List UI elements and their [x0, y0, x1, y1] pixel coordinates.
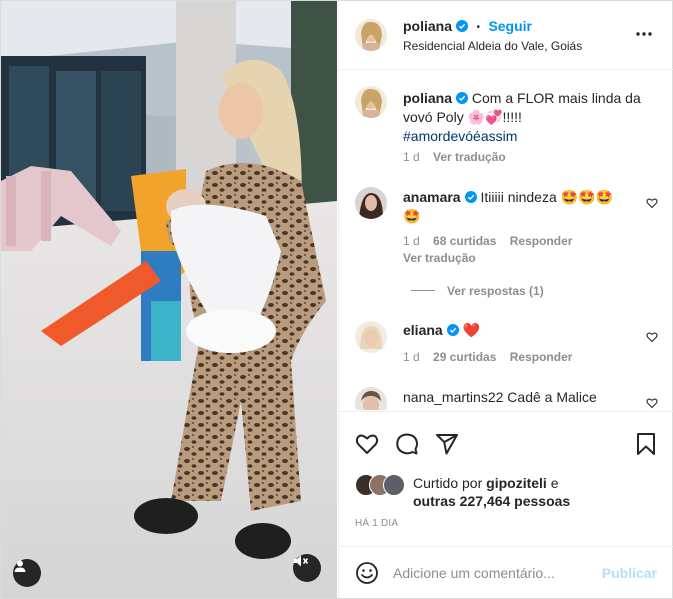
- save-bookmark-icon[interactable]: [635, 432, 657, 456]
- caption-hashtag[interactable]: #amordevóéassim: [403, 128, 517, 144]
- emoji-smiley-icon[interactable]: [355, 561, 379, 585]
- reply-button[interactable]: Responder: [510, 350, 573, 364]
- view-replies-button[interactable]: Ver respostas (1): [447, 284, 544, 298]
- star-struck-emoji: 🤩: [403, 208, 421, 224]
- caption-translate-link[interactable]: Ver tradução: [433, 150, 506, 164]
- comment-username[interactable]: nana_martins22: [403, 389, 503, 405]
- verified-badge-icon: [456, 92, 469, 104]
- liker-avatar: [383, 474, 405, 496]
- liked-by-summary: Curtido por gipoziteli e outras 227,464 …: [413, 474, 653, 510]
- more-options-button[interactable]: [635, 25, 653, 43]
- comment-username[interactable]: anamara: [403, 189, 461, 205]
- post-header: poliana • Seguir Residencial Aldeia do V…: [339, 1, 673, 70]
- comment-likes[interactable]: 29 curtidas: [433, 350, 496, 364]
- liked-by-avatars[interactable]: [355, 474, 407, 496]
- caption-avatar[interactable]: [355, 86, 387, 118]
- liked-by-user[interactable]: gipoziteli: [486, 475, 547, 491]
- comment-time: 1 d: [403, 234, 420, 248]
- commenter-avatar[interactable]: [355, 321, 387, 353]
- speaker-muted-icon: [294, 555, 309, 567]
- share-paper-plane-icon[interactable]: [435, 432, 459, 456]
- verified-badge-icon: [464, 191, 477, 203]
- author-avatar[interactable]: [355, 19, 387, 51]
- star-struck-emojis: 🤩🤩🤩: [560, 189, 613, 205]
- comment-text: Cadê a Malice: [507, 389, 597, 405]
- post-sidebar: poliana • Seguir Residencial Aldeia do V…: [338, 1, 673, 598]
- liked-by-conj: e: [550, 475, 559, 491]
- comment-time: 1 d: [403, 350, 420, 364]
- author-username[interactable]: poliana: [403, 18, 452, 34]
- user-icon: [14, 560, 26, 572]
- caption-text-suffix: !!!!!: [502, 109, 522, 125]
- more-horizontal-icon: [636, 32, 652, 36]
- like-comment-heart-icon[interactable]: [646, 331, 658, 343]
- follow-button[interactable]: Seguir: [488, 18, 532, 34]
- red-heart-emoji: ❤️: [462, 322, 481, 338]
- hearts-emoji: 💞: [485, 109, 503, 125]
- comments-list: poliana Com a FLOR mais linda da vovó Po…: [339, 70, 673, 410]
- tagged-users-button[interactable]: [13, 559, 41, 587]
- comment-text: Itiiiii nindeza: [480, 189, 557, 205]
- commenter-avatar[interactable]: [355, 187, 387, 219]
- liked-by-others[interactable]: outras 227,464 pessoas: [413, 493, 570, 509]
- comment-bubble-icon[interactable]: [395, 432, 419, 456]
- like-comment-heart-icon[interactable]: [646, 197, 658, 209]
- comment-translate-link[interactable]: Ver tradução: [403, 251, 476, 265]
- liked-by-prefix: Curtido por: [413, 475, 483, 491]
- mute-button[interactable]: [293, 554, 321, 582]
- caption-text-line1: Com a FLOR mais linda da: [471, 90, 641, 106]
- comment-input[interactable]: [393, 561, 593, 585]
- like-comment-heart-icon[interactable]: [646, 397, 658, 409]
- verified-badge-icon: [456, 20, 469, 32]
- publish-button[interactable]: Publicar: [602, 565, 657, 581]
- video-frame-illustration: [1, 1, 337, 598]
- post-location[interactable]: Residencial Aldeia do Vale, Goiás: [403, 39, 582, 53]
- verified-badge-icon: [446, 324, 459, 336]
- post-timestamp[interactable]: HÁ 1 DIA: [355, 518, 398, 529]
- header-separator: •: [476, 22, 480, 33]
- post-video[interactable]: [1, 1, 337, 598]
- flower-emoji: 🌸: [467, 109, 486, 125]
- post-dialog: poliana • Seguir Residencial Aldeia do V…: [0, 0, 673, 599]
- add-comment-bar: Publicar: [339, 546, 673, 599]
- comment-likes[interactable]: 68 curtidas: [433, 234, 496, 248]
- caption-time: 1 d: [403, 150, 420, 164]
- replies-divider: [411, 290, 435, 291]
- comment-username[interactable]: eliana: [403, 322, 443, 338]
- like-heart-icon[interactable]: [355, 432, 379, 456]
- commenter-avatar[interactable]: [355, 387, 387, 410]
- caption-username[interactable]: poliana: [403, 90, 452, 106]
- post-actions: Curtido por gipoziteli e outras 227,464 …: [339, 411, 673, 547]
- reply-button[interactable]: Responder: [510, 234, 573, 248]
- caption-text-line2: vovó Poly: [403, 109, 464, 125]
